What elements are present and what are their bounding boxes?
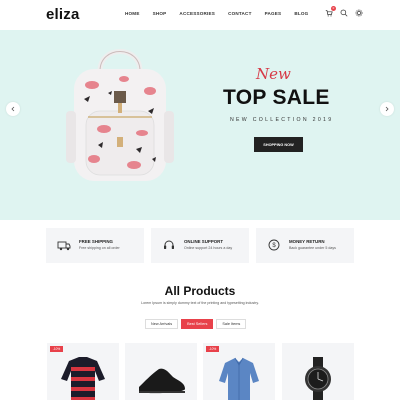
headset-icon: [164, 240, 174, 249]
feature-free-shipping: FREE SHIPPING Free shipping on all order: [46, 228, 144, 263]
truck-icon: [57, 241, 71, 251]
shopping-now-button[interactable]: SHOPPING NOW: [254, 137, 303, 152]
tab-new-arrivals[interactable]: New Arrivals: [145, 319, 179, 329]
hero-subtitle: NEW COLLECTION 2019: [230, 117, 334, 123]
product-tabs: New Arrivals Best Sellers Sale Items: [145, 319, 247, 329]
nav-item-contact[interactable]: CONTACT: [228, 11, 252, 16]
feature-desc: Free shipping on all order: [79, 246, 120, 250]
site-logo[interactable]: eliza: [46, 6, 80, 23]
feature-title: ONLINE SUPPORT: [184, 239, 224, 244]
sale-badge: -10%: [50, 346, 63, 352]
slider-next-button[interactable]: [380, 102, 394, 116]
feature-desc: Online support 24 hours a day: [184, 246, 233, 250]
product-card-shirt[interactable]: -10%: [203, 343, 275, 400]
hero-script-text: New: [256, 65, 291, 83]
feature-desc: Back guarantee under 5 days: [289, 246, 336, 250]
site-header: eliza HOME SHOP ACCESSORIES CONTACT PAGE…: [0, 0, 400, 30]
watch-image: [305, 357, 331, 400]
product-card-sneaker[interactable]: [125, 343, 197, 400]
search-icon[interactable]: [340, 9, 348, 17]
product-card-watch[interactable]: [282, 343, 354, 400]
tab-best-sellers[interactable]: Best Sellers: [181, 319, 214, 329]
header-icons: 0: [325, 6, 363, 17]
backpack-image: [66, 49, 174, 181]
nav-item-blog[interactable]: BLOG: [294, 11, 308, 16]
gear-icon[interactable]: [355, 9, 363, 17]
cart-count-badge: 0: [331, 6, 336, 11]
tab-sale-items[interactable]: Sale Items: [216, 319, 247, 329]
cart-icon[interactable]: 0: [325, 6, 336, 17]
main-nav: HOME SHOP ACCESSORIES CONTACT PAGES BLOG: [125, 11, 321, 16]
feature-money-return: $ MONEY RETURN Back guarantee under 5 da…: [256, 228, 354, 263]
sneaker-image: [139, 368, 185, 394]
products-subheading: Lorem Ipsum is simply dummy text of the …: [141, 301, 259, 305]
svg-text:$: $: [272, 243, 276, 249]
feature-title: FREE SHIPPING: [79, 239, 113, 244]
feature-title: MONEY RETURN: [289, 239, 325, 244]
hero-title: TOP SALE: [223, 86, 330, 109]
chevron-right-icon: [385, 106, 389, 112]
sale-badge: -10%: [206, 346, 219, 352]
feature-online-support: ONLINE SUPPORT Online support 24 hours a…: [151, 228, 249, 263]
products-heading: All Products: [164, 284, 236, 298]
product-card-sweater[interactable]: -10%: [47, 343, 119, 400]
nav-item-home[interactable]: HOME: [125, 11, 140, 16]
slider-prev-button[interactable]: [6, 102, 20, 116]
money-return-icon: $: [268, 239, 280, 251]
nav-item-pages[interactable]: PAGES: [265, 11, 282, 16]
chevron-left-icon: [11, 106, 15, 112]
features-row: FREE SHIPPING Free shipping on all order…: [46, 228, 354, 264]
nav-item-accessories[interactable]: ACCESSORIES: [179, 11, 215, 16]
nav-item-shop[interactable]: SHOP: [153, 11, 167, 16]
hero-slider: New TOP SALE NEW COLLECTION 2019 SHOPPIN…: [0, 30, 400, 220]
